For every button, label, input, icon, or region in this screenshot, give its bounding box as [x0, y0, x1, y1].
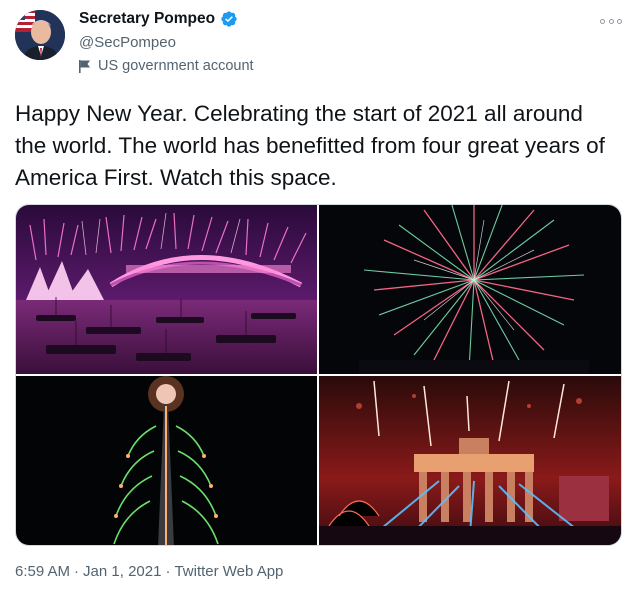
tweet-source[interactable]: Twitter Web App — [174, 563, 283, 580]
author-name-row[interactable]: Secretary Pompeo — [79, 10, 238, 28]
verified-badge-icon — [221, 11, 237, 27]
more-dot-icon — [600, 18, 605, 24]
meta-separator: · — [165, 563, 171, 580]
more-dot-icon — [617, 18, 622, 24]
media-grid — [15, 204, 622, 546]
meta-separator: · — [74, 563, 80, 580]
avatar-photo — [15, 10, 65, 60]
tweet-text: Happy New Year. Celebrating the start of… — [15, 101, 610, 190]
more-dot-icon — [608, 18, 614, 24]
burj-khalifa-fireworks-photo[interactable] — [16, 376, 317, 545]
tweet-metadata: 6:59 AM · Jan 1, 2021 · Twitter Web App — [15, 563, 283, 580]
sydney-fireworks-photo[interactable] — [16, 205, 317, 374]
author-avatar[interactable] — [15, 10, 65, 60]
flag-icon — [79, 59, 90, 73]
government-account-label[interactable]: US government account — [79, 58, 254, 74]
author-display-name[interactable]: Secretary Pompeo — [79, 10, 215, 28]
fireworks-burst-photo[interactable] — [319, 205, 621, 374]
author-handle[interactable]: @SecPompeo — [79, 34, 176, 51]
more-options-button[interactable] — [600, 14, 622, 28]
government-account-text: US government account — [98, 58, 254, 74]
tweet-timestamp-time[interactable]: 6:59 AM — [15, 563, 70, 580]
tweet-timestamp-date[interactable]: Jan 1, 2021 — [83, 563, 161, 580]
brandenburg-gate-fireworks-photo[interactable] — [319, 376, 621, 545]
